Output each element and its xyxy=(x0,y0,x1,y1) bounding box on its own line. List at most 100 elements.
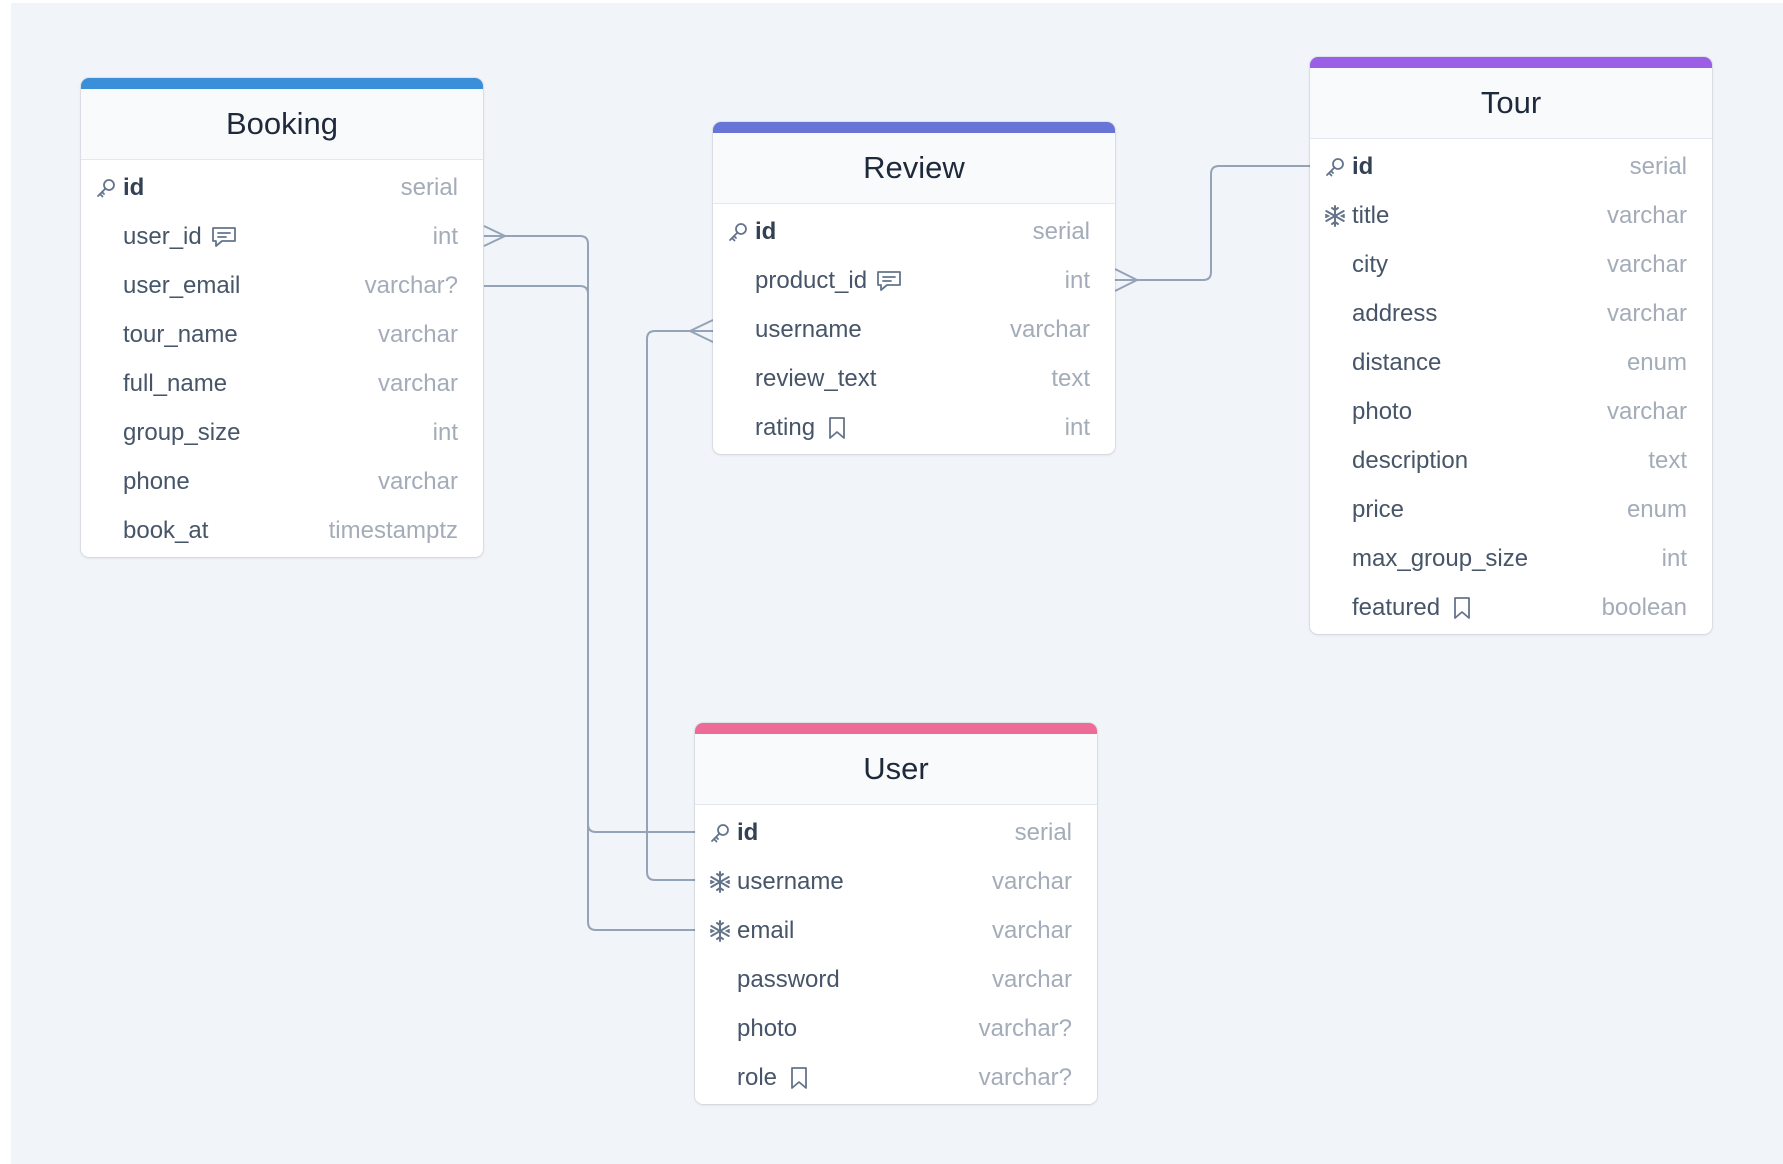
field-type: varchar xyxy=(1606,397,1687,425)
field-type: varchar? xyxy=(978,1014,1072,1042)
field-type: int xyxy=(1661,544,1687,572)
comment-icon[interactable] xyxy=(210,224,238,250)
field-row-email[interactable]: email varchar xyxy=(695,906,1097,955)
bookmark-icon[interactable] xyxy=(823,415,851,441)
field-name: max_group_size xyxy=(1352,544,1529,572)
entity-title[interactable]: User xyxy=(695,734,1097,805)
field-type: varchar xyxy=(991,867,1072,895)
field-row-photo[interactable]: photo varchar? xyxy=(695,1004,1097,1053)
field-name: address xyxy=(1352,299,1438,327)
field-row-distance[interactable]: distance enum xyxy=(1310,338,1712,387)
field-row-city[interactable]: city varchar xyxy=(1310,240,1712,289)
field-name: title xyxy=(1352,201,1390,229)
field-row-user-email[interactable]: user_email varchar? xyxy=(81,261,483,310)
field-name: book_at xyxy=(123,516,209,544)
field-list: id serial product_id int username varchar revi… xyxy=(713,204,1115,454)
field-row-user-id[interactable]: user_id int xyxy=(81,212,483,261)
field-row-address[interactable]: address varchar xyxy=(1310,289,1712,338)
field-type: varchar xyxy=(377,320,458,348)
field-row-rating[interactable]: rating int xyxy=(713,403,1115,452)
field-name: photo xyxy=(1352,397,1413,425)
field-name: review_text xyxy=(755,364,877,392)
snowflake-icon xyxy=(1323,204,1347,228)
field-name: tour_name xyxy=(123,320,238,348)
field-row-id[interactable]: id serial xyxy=(1310,142,1712,191)
field-type: serial xyxy=(1014,818,1072,846)
snowflake-icon xyxy=(708,919,732,943)
field-row-username[interactable]: username varchar xyxy=(695,857,1097,906)
field-row-book-at[interactable]: book_at timestamptz xyxy=(81,506,483,555)
field-name: distance xyxy=(1352,348,1442,376)
field-name: group_size xyxy=(123,418,241,446)
field-name: username xyxy=(737,867,844,895)
snowflake-icon xyxy=(708,870,732,894)
entity-color-bar xyxy=(81,78,483,89)
field-name: city xyxy=(1352,250,1388,278)
bookmark-icon[interactable] xyxy=(785,1065,813,1091)
field-name: price xyxy=(1352,495,1405,523)
key-icon xyxy=(1323,155,1347,179)
field-name: user_id xyxy=(123,222,202,250)
field-row-price[interactable]: price enum xyxy=(1310,485,1712,534)
field-type: int xyxy=(1064,266,1090,294)
field-type: varchar xyxy=(377,369,458,397)
comment-icon[interactable] xyxy=(875,268,903,294)
field-type: text xyxy=(1648,446,1687,474)
field-row-group-size[interactable]: group_size int xyxy=(81,408,483,457)
entity-review[interactable]: Review id serial product_id int username varc… xyxy=(713,122,1115,454)
field-type: varchar xyxy=(1606,201,1687,229)
field-row-username[interactable]: username varchar xyxy=(713,305,1115,354)
field-row-photo[interactable]: photo varchar xyxy=(1310,387,1712,436)
field-type: varchar xyxy=(991,916,1072,944)
key-icon xyxy=(94,176,118,200)
field-type: varchar xyxy=(1009,315,1090,343)
field-row-password[interactable]: password varchar xyxy=(695,955,1097,1004)
bookmark-icon[interactable] xyxy=(1448,595,1476,621)
field-type: varchar xyxy=(377,467,458,495)
field-type: varchar? xyxy=(978,1063,1072,1091)
field-name: username xyxy=(755,315,862,343)
field-name: id xyxy=(123,173,145,201)
field-name: id xyxy=(737,818,759,846)
field-type: varchar xyxy=(1606,299,1687,327)
field-name: email xyxy=(737,916,795,944)
field-type: varchar xyxy=(1606,250,1687,278)
field-type: timestamptz xyxy=(328,516,458,544)
field-row-review-text[interactable]: review_text text xyxy=(713,354,1115,403)
key-icon xyxy=(726,220,750,244)
field-name: rating xyxy=(755,413,816,441)
field-list: id serial user_id int user_email varchar? tour… xyxy=(81,160,483,557)
field-row-id[interactable]: id serial xyxy=(713,207,1115,256)
field-row-full-name[interactable]: full_name varchar xyxy=(81,359,483,408)
field-name: phone xyxy=(123,467,190,495)
entity-title[interactable]: Booking xyxy=(81,89,483,160)
field-row-id[interactable]: id serial xyxy=(81,163,483,212)
field-row-title[interactable]: title varchar xyxy=(1310,191,1712,240)
field-row-max-group-size[interactable]: max_group_size int xyxy=(1310,534,1712,583)
field-row-tour-name[interactable]: tour_name varchar xyxy=(81,310,483,359)
field-type: serial xyxy=(400,173,458,201)
field-row-role[interactable]: role varchar? xyxy=(695,1053,1097,1102)
field-row-id[interactable]: id serial xyxy=(695,808,1097,857)
field-name: product_id xyxy=(755,266,868,294)
entity-title[interactable]: Review xyxy=(713,133,1115,204)
field-row-featured[interactable]: featured boolean xyxy=(1310,583,1712,632)
entity-tour[interactable]: Tour id serial title varchar city varchar addr… xyxy=(1310,57,1712,634)
field-type: enum xyxy=(1626,495,1687,523)
field-row-product-id[interactable]: product_id int xyxy=(713,256,1115,305)
field-type: serial xyxy=(1629,152,1687,180)
key-icon xyxy=(708,821,732,845)
field-type: varchar? xyxy=(364,271,458,299)
field-list: id serial username varchar email varchar passw… xyxy=(695,805,1097,1104)
entity-user[interactable]: User id serial username varchar email varchar… xyxy=(695,723,1097,1104)
entity-booking[interactable]: Booking id serial user_id int user_email varc… xyxy=(81,78,483,557)
field-name: id xyxy=(1352,152,1374,180)
field-name: full_name xyxy=(123,369,228,397)
field-row-phone[interactable]: phone varchar xyxy=(81,457,483,506)
field-name: description xyxy=(1352,446,1469,474)
field-name: photo xyxy=(737,1014,798,1042)
entity-color-bar xyxy=(695,723,1097,734)
field-name: password xyxy=(737,965,840,993)
field-row-description[interactable]: description text xyxy=(1310,436,1712,485)
entity-title[interactable]: Tour xyxy=(1310,68,1712,139)
